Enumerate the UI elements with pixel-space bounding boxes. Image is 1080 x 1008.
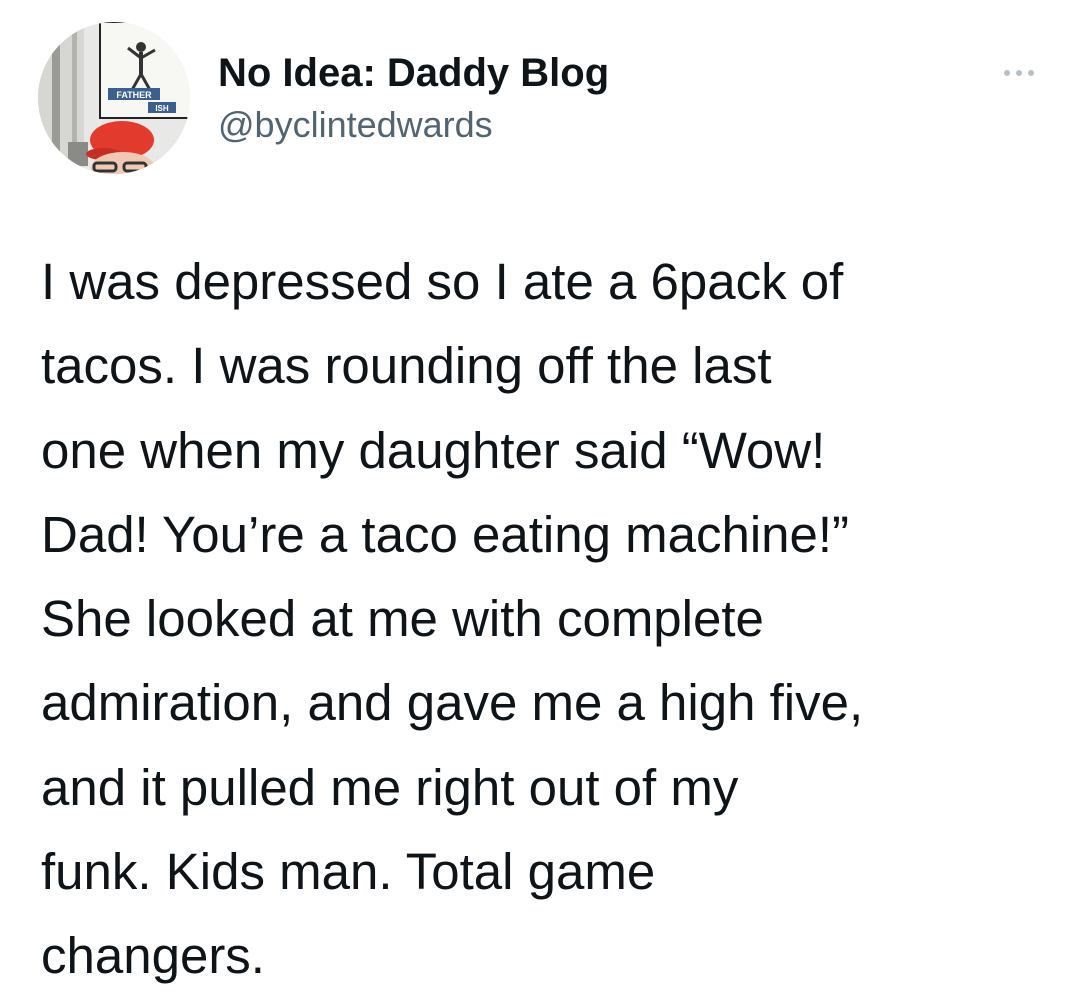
tweet-card: FATHER ISH No Idea: Daddy Blog @byclinte…: [0, 0, 1080, 1008]
tweet-line-1: I was depressed so I ate a 6pack of: [41, 253, 844, 310]
avatar-image: FATHER ISH: [38, 22, 190, 174]
tweet-line-9: changers.: [41, 927, 265, 985]
tweet-line-4: Dad! You’re a taco eating machine!”: [41, 505, 850, 563]
tweet-line-8: funk. Kids man. Total game: [41, 843, 656, 901]
menu-dot: [1028, 70, 1034, 76]
more-options-icon[interactable]: [992, 58, 1046, 88]
cap-icon: [86, 121, 155, 174]
author-handle[interactable]: @byclintedwards: [218, 104, 493, 146]
tweet-line-6: admiration, and gave me a high five,: [41, 674, 864, 732]
author-display-name[interactable]: No Idea: Daddy Blog: [218, 50, 609, 96]
tweet-line-3: one when my daughter said “Wow!: [41, 421, 826, 479]
author-avatar[interactable]: FATHER ISH: [38, 22, 190, 174]
poster-bottom-text: ISH: [155, 104, 169, 113]
tweet-body: I was depressed so I ate a 6pack of taco…: [41, 240, 1051, 999]
tweet-line-5: She looked at me with complete: [41, 590, 764, 648]
menu-dot: [1004, 70, 1010, 76]
menu-dot: [1016, 70, 1022, 76]
poster-top-text: FATHER: [116, 90, 152, 100]
tweet-line-7: and it pulled me right out of my: [41, 758, 739, 816]
tweet-line-2: tacos. I was rounding off the last: [41, 337, 772, 395]
